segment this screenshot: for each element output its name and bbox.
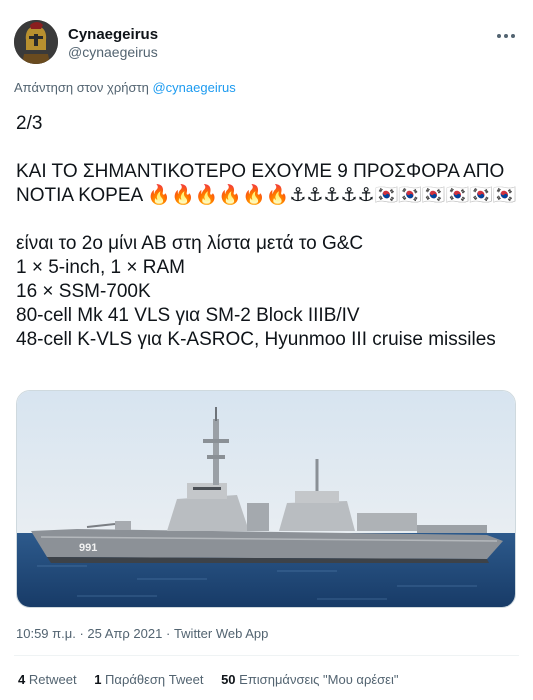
reply-mention-link[interactable]: @cynaegeirus bbox=[152, 80, 235, 95]
tweet-stats: 4 Retweet 1 Παράθεση Tweet 50 Επισημάνσε… bbox=[18, 672, 412, 687]
quote-label: Παράθεση Tweet bbox=[105, 672, 204, 687]
spartan-warrior-avatar-icon bbox=[14, 20, 58, 64]
meta-separator: · bbox=[79, 626, 84, 641]
quote-number: 1 bbox=[94, 672, 102, 687]
like-count[interactable]: 50 Επισημάνσεις "Μου αρέσει" bbox=[221, 672, 398, 687]
retweet-label: Retweet bbox=[28, 672, 77, 687]
author-handle[interactable]: @cynaegeirus bbox=[68, 44, 158, 60]
retweet-count[interactable]: 4 Retweet bbox=[18, 672, 77, 687]
quote-count[interactable]: 1 Παράθεση Tweet bbox=[94, 672, 203, 687]
author-name[interactable]: Cynaegeirus bbox=[68, 26, 158, 43]
tweet-meta: 10:59 π.μ. · 25 Απρ 2021 · Twitter Web A… bbox=[16, 626, 268, 641]
avatar[interactable] bbox=[14, 20, 58, 64]
reply-prefix: Απάντηση στον χρήστη bbox=[14, 80, 149, 95]
divider bbox=[14, 655, 519, 656]
tweet-client[interactable]: Twitter Web App bbox=[174, 626, 268, 641]
warship-photo: 991 bbox=[17, 391, 515, 607]
tweet-media[interactable]: 991 bbox=[16, 390, 516, 608]
meta-separator: · bbox=[165, 626, 171, 641]
tweet-time[interactable]: 10:59 π.μ. bbox=[16, 626, 76, 641]
tweet-header: Cynaegeirus @cynaegeirus bbox=[14, 20, 519, 68]
more-options-icon[interactable] bbox=[493, 26, 519, 46]
like-number: 50 bbox=[221, 672, 236, 687]
retweet-number: 4 bbox=[18, 672, 26, 687]
tweet-date[interactable]: 25 Απρ 2021 bbox=[87, 626, 162, 641]
like-label: Επισημάνσεις "Μου αρέσει" bbox=[239, 672, 399, 687]
hull-number: 991 bbox=[79, 542, 97, 554]
tweet-text: 2/3 ΚΑΙ ΤΟ ΣΗΜΑΝΤΙΚΟΤΕΡΟ ΕΧΟΥΜΕ 9 ΠΡΟΣΦΟ… bbox=[16, 113, 517, 350]
reply-context: Απάντηση στον χρήστη @cynaegeirus bbox=[14, 80, 236, 95]
